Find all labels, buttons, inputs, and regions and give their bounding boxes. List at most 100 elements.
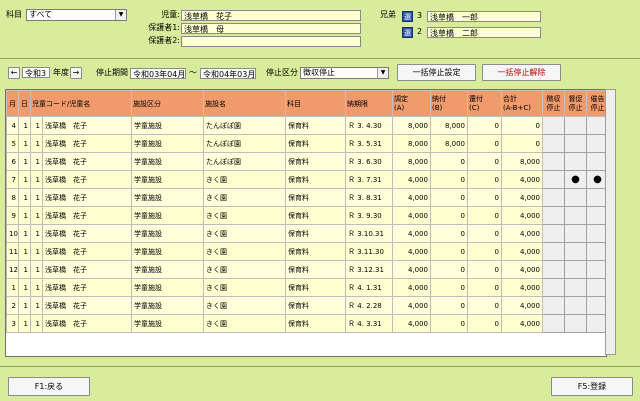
table-row[interactable]: 7 1 1 浅草橋 花子 学童施設 きく園 保育料 Ｒ 3. 7.31 4,000 0 0 4,000… [6, 170, 606, 189]
row-notice-stop[interactable] [586, 134, 606, 153]
row-notice-stop[interactable] [586, 296, 606, 315]
col-subject: 科目 [285, 90, 347, 117]
stop-period-label: 停止期間 [96, 68, 128, 77]
row-child-name: 浅草橋 花子 [41, 278, 133, 297]
row-month: 3 [6, 314, 19, 333]
guardian1-label: 保護者1: [148, 23, 180, 32]
table-row[interactable]: 12 1 1 浅草橋 花子 学童施設 きく園 保育料 Ｒ 3.12.31 4,000 0 0 4,00… [6, 260, 606, 279]
row-reminder-stop[interactable] [564, 260, 588, 279]
table-row[interactable]: 3 1 1 浅草橋 花子 学童施設 きく園 保育料 Ｒ 4. 3.31 4,000 0 0 4,000 [6, 314, 606, 333]
row-assessed: 4,000 [392, 296, 432, 315]
row-facility-type: 学童施設 [131, 206, 205, 225]
row-due-date: Ｒ 3.12.31 [345, 260, 394, 279]
row-subject: 保育料 [285, 152, 347, 171]
row-facility-type: 学童施設 [131, 224, 205, 243]
table-row[interactable]: 2 1 1 浅草橋 花子 学童施設 きく園 保育料 Ｒ 4. 2.28 4,000 0 0 4,000 [6, 296, 606, 315]
period-from-field[interactable]: 令和03年04月 [130, 68, 186, 79]
row-reminder-stop[interactable] [564, 152, 588, 171]
row-collection-stop[interactable] [542, 188, 566, 207]
row-collection-stop[interactable] [542, 260, 566, 279]
subject-select[interactable]: すべて ▼ [26, 9, 127, 21]
row-collection-stop[interactable] [542, 314, 566, 333]
row-due-date: Ｒ 4. 2.28 [345, 296, 394, 315]
row-reminder-stop[interactable] [564, 116, 588, 135]
sibling-no: 3 [417, 11, 423, 20]
row-child-code: 1 [30, 296, 43, 315]
table-row[interactable]: 1 1 1 浅草橋 花子 学童施設 きく園 保育料 Ｒ 4. 1.31 4,000 0 0 4,000 [6, 278, 606, 297]
table-scrollbar[interactable] [605, 89, 616, 355]
row-due-date: Ｒ 3. 8.31 [345, 188, 394, 207]
row-notice-stop[interactable] [586, 260, 606, 279]
row-notice-stop[interactable] [586, 242, 606, 261]
table-row[interactable]: 10 1 1 浅草橋 花子 学童施設 きく園 保育料 Ｒ 3.10.31 4,000 0 0 4,00… [6, 224, 606, 243]
period-to-field[interactable]: 令和04年03月 [200, 68, 256, 79]
table-row[interactable]: 11 1 1 浅草橋 花子 学童施設 きく園 保育料 Ｒ 3.11.30 4,000 0 0 4,00… [6, 242, 606, 261]
row-notice-stop[interactable] [586, 314, 606, 333]
row-due-date: Ｒ 3. 5.31 [345, 134, 394, 153]
table-row[interactable]: 5 1 1 浅草橋 花子 学童施設 たんぽぽ園 保育料 Ｒ 3. 5.31 8,000 8,000… [6, 134, 606, 153]
siblings-label: 兄弟 [380, 10, 396, 19]
table-row[interactable]: 8 1 1 浅草橋 花子 学童施設 きく園 保育料 Ｒ 3. 8.31 4,000 0 0 4,000 [6, 188, 606, 207]
guardian2-field [181, 36, 361, 47]
stop-type-select[interactable]: 徴収停止 ▼ [300, 67, 389, 79]
row-notice-stop[interactable] [586, 116, 606, 135]
col-child: 児童コード/児童名 [29, 90, 133, 117]
row-notice-stop[interactable] [586, 152, 606, 171]
row-collection-stop[interactable] [542, 242, 566, 261]
table-row[interactable]: 6 1 1 浅草橋 花子 学童施設 たんぽぽ園 保育料 Ｒ 3. 6.30 8,000 0 0 8,0… [6, 152, 606, 171]
row-due-date: Ｒ 3. 7.31 [345, 170, 394, 189]
row-reminder-stop[interactable] [564, 188, 588, 207]
table-row[interactable]: 4 1 1 浅草橋 花子 学童施設 たんぽぽ園 保育料 Ｒ 3. 4.30 8,000 8,000… [6, 116, 606, 135]
register-button[interactable]: F5:登録 [551, 377, 633, 396]
prev-year-button[interactable]: ← [8, 67, 20, 79]
row-reminder-stop[interactable] [564, 206, 588, 225]
row-notice-stop[interactable] [586, 224, 606, 243]
row-reminder-stop[interactable] [564, 278, 588, 297]
bulk-stop-clear-button[interactable]: 一括停止解除 [482, 64, 561, 81]
row-child-code: 1 [30, 206, 43, 225]
row-day: 1 [18, 314, 31, 333]
row-collection-stop[interactable] [542, 278, 566, 297]
row-reminder-stop[interactable] [564, 242, 588, 261]
row-paid: 0 [430, 314, 469, 333]
row-reminder-stop[interactable] [564, 134, 588, 153]
row-collection-stop[interactable] [542, 116, 566, 135]
row-reminder-stop[interactable] [564, 224, 588, 243]
row-collection-stop[interactable] [542, 170, 566, 189]
row-notice-stop[interactable] [586, 278, 606, 297]
row-reminder-stop[interactable] [564, 314, 588, 333]
row-facility-name: きく園 [203, 260, 287, 279]
row-collection-stop[interactable] [542, 206, 566, 225]
row-facility-type: 学童施設 [131, 278, 205, 297]
row-day: 1 [18, 152, 31, 171]
next-year-button[interactable]: → [70, 67, 82, 79]
row-paid: 0 [430, 242, 469, 261]
row-total: 4,000 [501, 188, 544, 207]
row-due-date: Ｒ 3.10.31 [345, 224, 394, 243]
row-child-name: 浅草橋 花子 [41, 314, 133, 333]
row-paid: 0 [430, 188, 469, 207]
row-collection-stop[interactable] [542, 224, 566, 243]
row-reminder-stop[interactable]: ● [564, 170, 588, 189]
row-facility-type: 学童施設 [131, 260, 205, 279]
back-button[interactable]: F1:戻る [8, 377, 90, 396]
row-reminder-stop[interactable] [564, 296, 588, 315]
row-child-code: 1 [30, 152, 43, 171]
row-notice-stop[interactable] [586, 206, 606, 225]
row-collection-stop[interactable] [542, 152, 566, 171]
year-field[interactable]: 令和3 [22, 67, 50, 78]
sibling-select-button[interactable]: 選 [402, 27, 413, 38]
row-month: 2 [6, 296, 19, 315]
row-notice-stop[interactable]: ● [586, 170, 606, 189]
row-collection-stop[interactable] [542, 134, 566, 153]
row-assessed: 8,000 [392, 152, 432, 171]
row-facility-type: 学童施設 [131, 134, 205, 153]
sibling-select-button[interactable]: 選 [402, 11, 413, 22]
row-collection-stop[interactable] [542, 296, 566, 315]
guardian1-field: 浅草橋 母 [181, 23, 361, 34]
table-row[interactable]: 9 1 1 浅草橋 花子 学童施設 きく園 保育料 Ｒ 3. 9.30 4,000 0 0 4,000 [6, 206, 606, 225]
row-notice-stop[interactable] [586, 188, 606, 207]
row-month: 11 [6, 242, 19, 261]
row-total: 0 [501, 116, 544, 135]
bulk-stop-set-button[interactable]: 一括停止設定 [397, 64, 476, 81]
